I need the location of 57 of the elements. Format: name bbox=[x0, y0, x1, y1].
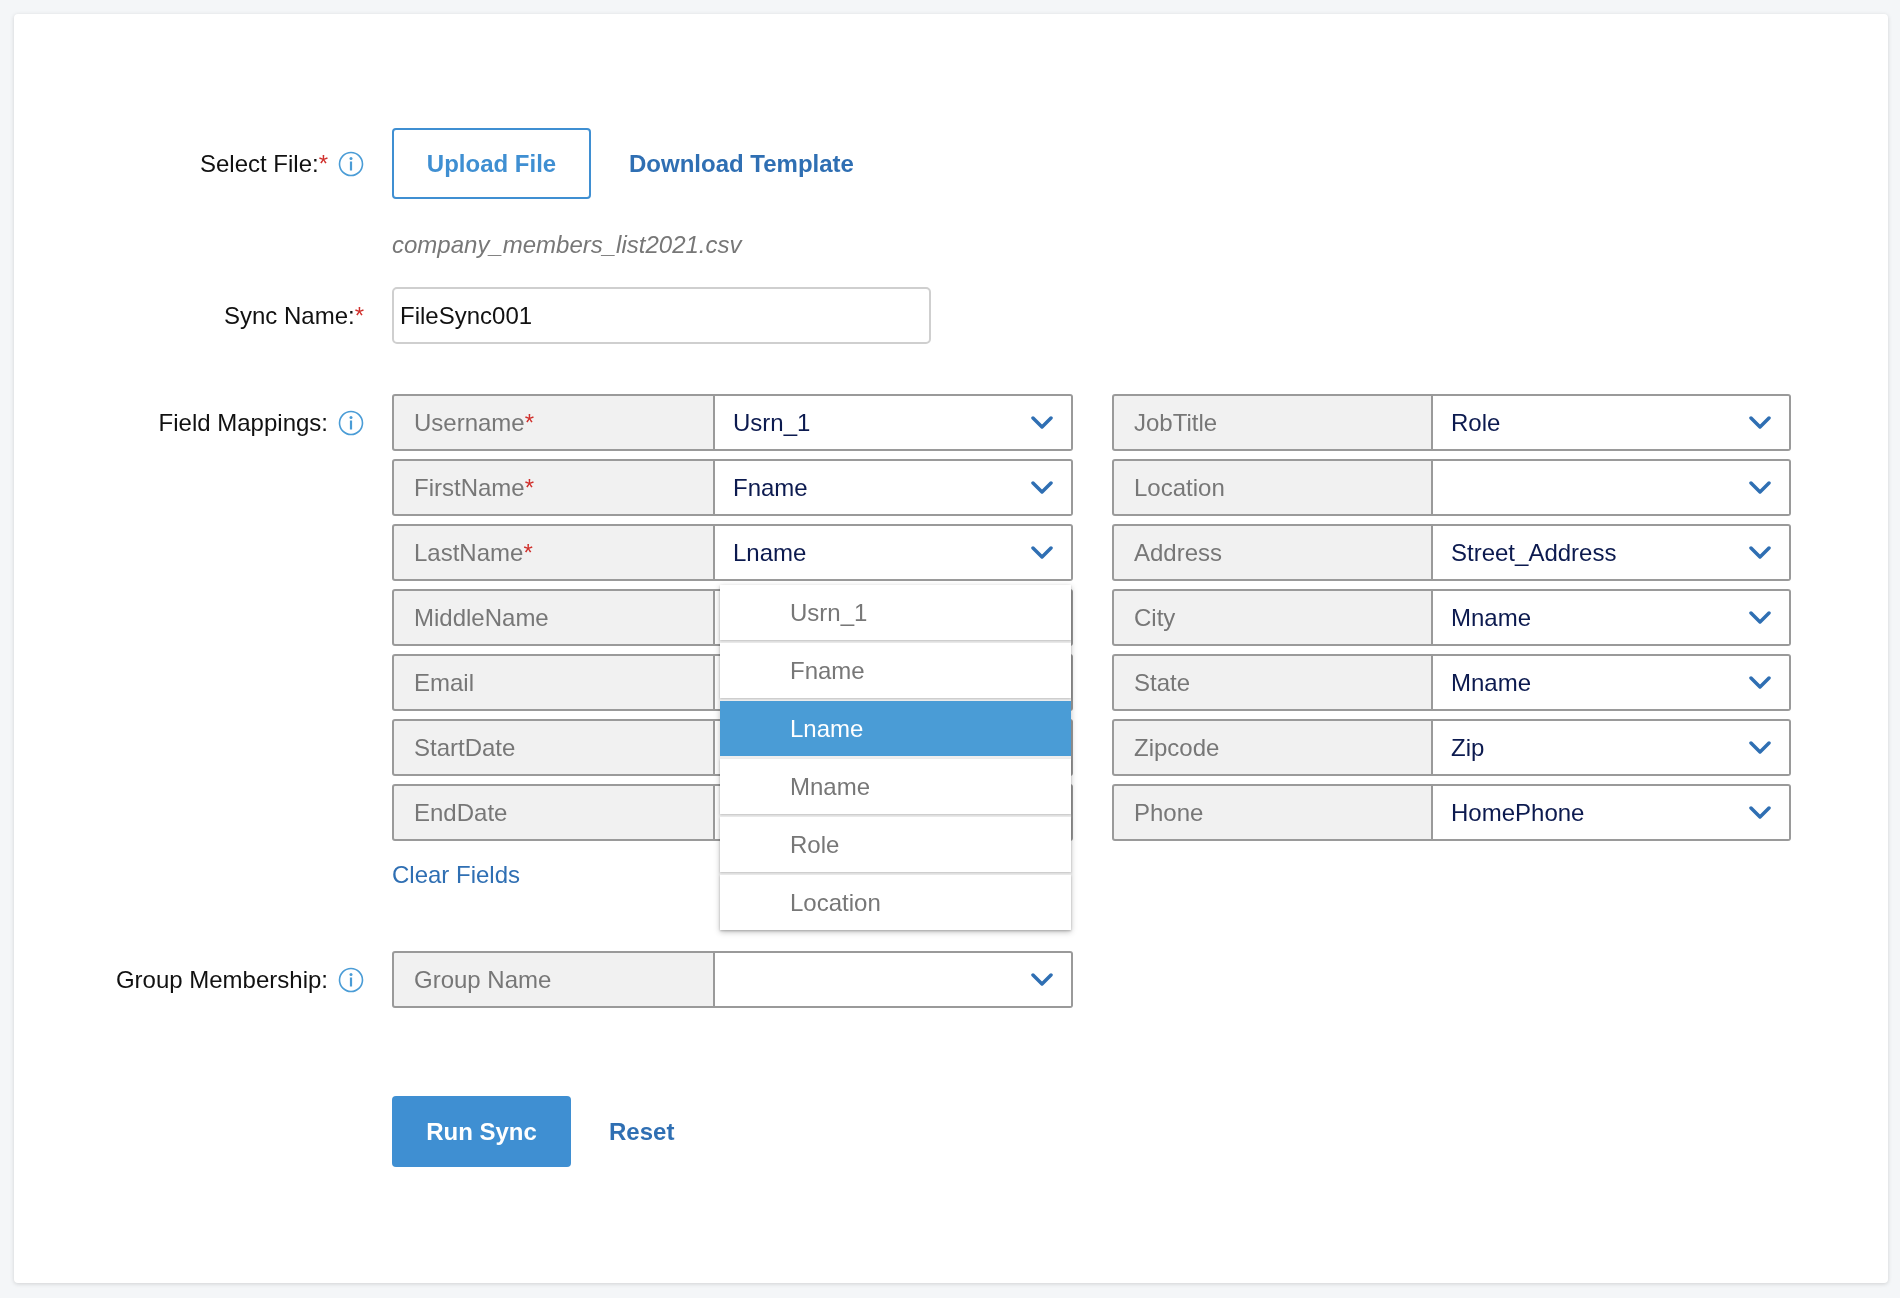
dropdown-option[interactable]: Mname bbox=[720, 759, 1071, 814]
select-dropdown[interactable]: Role bbox=[1433, 394, 1791, 451]
field-name-cell: City bbox=[1112, 589, 1433, 646]
chevron-down-icon bbox=[1031, 480, 1053, 495]
info-icon[interactable] bbox=[338, 409, 364, 436]
info-icon[interactable] bbox=[338, 150, 364, 177]
select-dropdown[interactable] bbox=[715, 951, 1073, 1008]
field-label: Field Mappings: bbox=[158, 407, 328, 438]
info-icon[interactable] bbox=[338, 966, 364, 993]
field-name-cell: JobTitle bbox=[1112, 394, 1433, 451]
select-dropdown[interactable]: Street_Address bbox=[1433, 524, 1791, 581]
clear-fields-link[interactable]: Clear Fields bbox=[392, 857, 521, 893]
dropdown-option[interactable]: Role bbox=[720, 817, 1071, 872]
select-dropdown[interactable]: Zip bbox=[1433, 719, 1791, 776]
sync-name-input[interactable]: FileSync001 bbox=[392, 287, 931, 344]
chevron-down-icon bbox=[1749, 675, 1771, 690]
dropdown-option[interactable]: Location bbox=[720, 875, 1071, 930]
select-dropdown[interactable]: Usrn_1 bbox=[715, 394, 1073, 451]
chevron-down-icon bbox=[1031, 415, 1053, 430]
chevron-down-icon bbox=[1749, 610, 1771, 625]
chevron-down-icon bbox=[1749, 545, 1771, 560]
field-name-cell: Email bbox=[392, 654, 715, 711]
field-name-cell: LastName* bbox=[392, 524, 715, 581]
field-name-cell: EndDate bbox=[392, 784, 715, 841]
run-sync-button[interactable]: Run Sync bbox=[392, 1096, 571, 1167]
chevron-down-icon bbox=[1749, 805, 1771, 820]
field-name-cell: Phone bbox=[1112, 784, 1433, 841]
field-label: Select File:* bbox=[199, 148, 328, 179]
chevron-down-icon bbox=[1749, 740, 1771, 755]
chevron-down-icon bbox=[1031, 545, 1053, 560]
select-dropdown[interactable]: Fname bbox=[715, 459, 1073, 516]
select-dropdown[interactable]: Lname bbox=[715, 524, 1073, 581]
field-name-cell: StartDate bbox=[392, 719, 715, 776]
chevron-down-icon bbox=[1749, 415, 1771, 430]
field-name-cell: State bbox=[1112, 654, 1433, 711]
field-name-cell: Address bbox=[1112, 524, 1433, 581]
select-dropdown[interactable]: Mname bbox=[1433, 654, 1791, 711]
field-name-cell: Location bbox=[1112, 459, 1433, 516]
field-label: Sync Name:* bbox=[223, 300, 364, 331]
field-name-cell: Group Name bbox=[392, 951, 715, 1008]
file-name: company_members_list2021.csv bbox=[392, 230, 742, 260]
dropdown-option[interactable]: Fname bbox=[720, 643, 1071, 698]
field-name-cell: MiddleName bbox=[392, 589, 715, 646]
dropdown-option[interactable]: Usrn_1 bbox=[720, 585, 1071, 640]
reset-link[interactable]: Reset bbox=[609, 1113, 675, 1150]
dropdown-option[interactable]: Lname bbox=[720, 701, 1071, 756]
select-dropdown[interactable]: HomePhone bbox=[1433, 784, 1791, 841]
field-label: Group Membership: bbox=[115, 964, 328, 995]
select-dropdown[interactable] bbox=[1433, 459, 1791, 516]
field-name-cell: Username* bbox=[392, 394, 715, 451]
chevron-down-icon bbox=[1031, 972, 1053, 987]
select-dropdown[interactable]: Mname bbox=[1433, 589, 1791, 646]
field-name-cell: Zipcode bbox=[1112, 719, 1433, 776]
chevron-down-icon bbox=[1749, 480, 1771, 495]
upload-file-button[interactable]: Upload File bbox=[392, 128, 591, 199]
download-template-link[interactable]: Download Template bbox=[629, 145, 854, 182]
field-name-cell: FirstName* bbox=[392, 459, 715, 516]
